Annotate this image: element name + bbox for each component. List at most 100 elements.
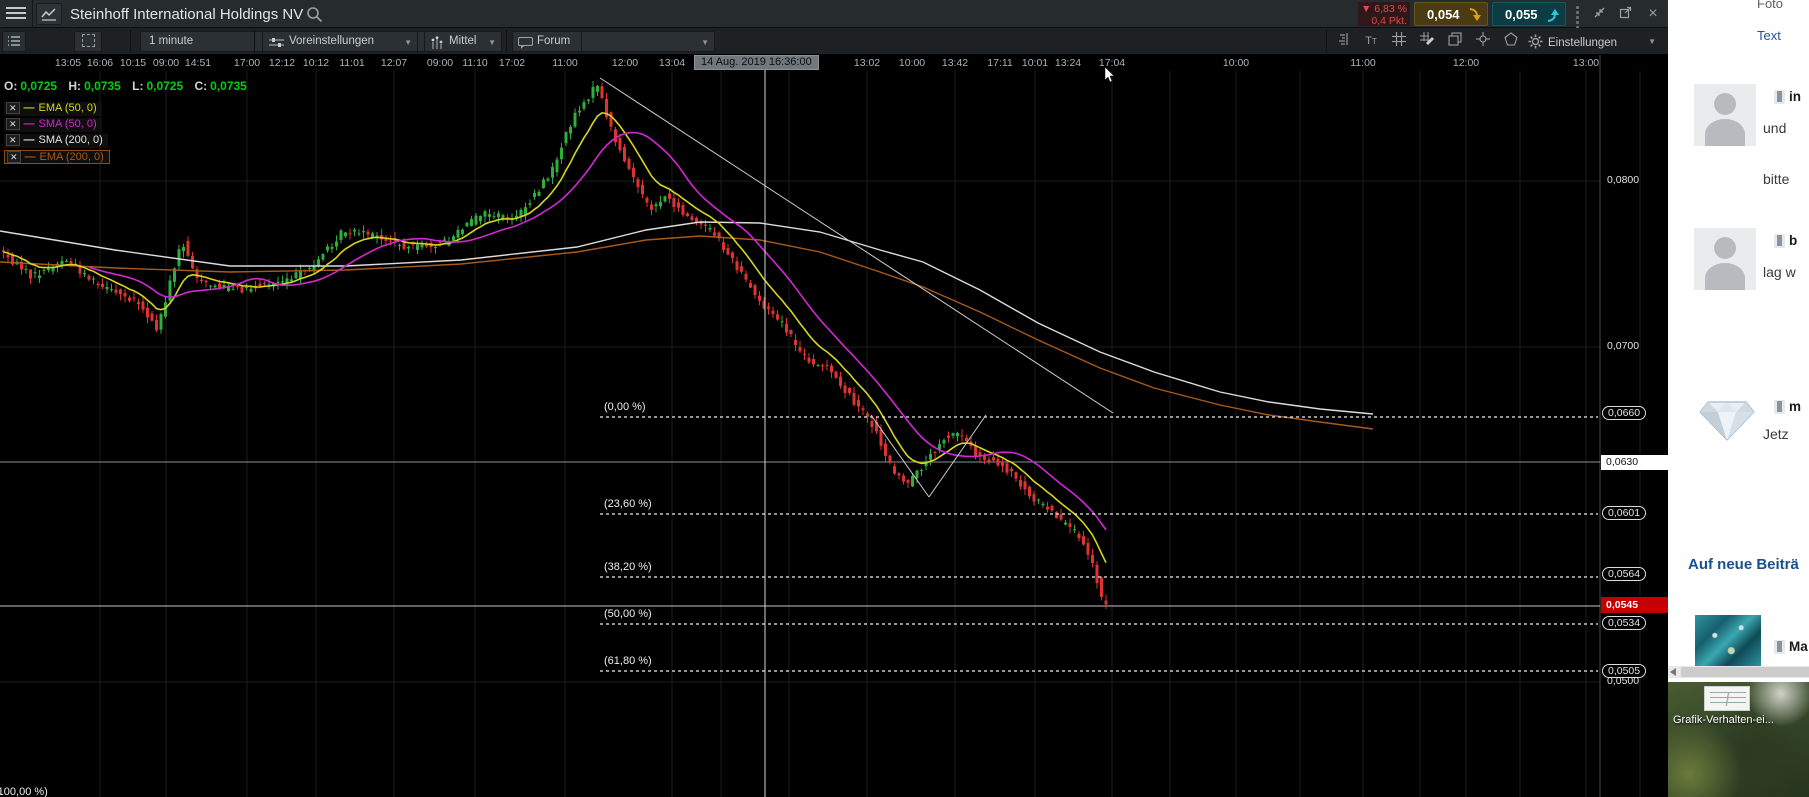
grid-icon[interactable]: [1388, 32, 1410, 51]
chart-type-button[interactable]: [36, 3, 62, 25]
menu-icon[interactable]: [6, 7, 26, 21]
post-author[interactable]: in: [1774, 88, 1801, 104]
avatar-diamond[interactable]: [1694, 396, 1760, 444]
chevron-down-icon: ▼: [488, 38, 496, 47]
price-label: 0,0564: [1602, 567, 1646, 581]
grid-edit-icon[interactable]: [1416, 32, 1438, 51]
video-overlay[interactable]: Grafik-Verhalten-ei...: [1668, 682, 1809, 797]
forum-label: Forum: [537, 35, 570, 47]
price-label: 0,0630: [1601, 455, 1668, 470]
fib-label: (50,00 %): [604, 608, 652, 620]
time-label: 09:00: [427, 57, 453, 69]
fib-label: (100,00 %): [0, 786, 48, 797]
divider: [254, 30, 255, 53]
candlestick-chart[interactable]: [0, 55, 1668, 797]
search-icon[interactable]: [306, 6, 323, 23]
time-label: 12:00: [612, 57, 638, 69]
avatar-image[interactable]: [1695, 615, 1761, 666]
change-percent: 6,83 %: [1374, 3, 1407, 15]
indicator-legend-ema200[interactable]: ✕—EMA (200, 0): [4, 150, 110, 164]
watchlist-icon[interactable]: [2, 31, 26, 52]
user-badge-icon: [1774, 234, 1785, 248]
post-text: Jetz: [1763, 426, 1789, 442]
down-triangle-icon: ▼: [1361, 3, 1371, 15]
video-diagram-thumbnail: [1704, 686, 1750, 711]
indicator-legend-ema50[interactable]: ✕—EMA (50, 0): [4, 102, 102, 116]
post-text: lag w: [1763, 264, 1796, 280]
bid-price[interactable]: 0,054: [1414, 2, 1488, 26]
drag-handle-icon[interactable]: [1572, 4, 1582, 24]
instrument-title: Steinhoff International Holdings NV: [70, 6, 303, 23]
time-label: 11:00: [1350, 57, 1376, 69]
video-caption: Grafik-Verhalten-ei...: [1673, 714, 1774, 726]
chevron-down-icon: ▼: [404, 38, 412, 47]
bar-style-icon[interactable]: [1332, 32, 1354, 51]
shape-tool-icon[interactable]: [1500, 32, 1522, 51]
post-text: bitte: [1763, 171, 1789, 187]
forum-button[interactable]: Forum: [512, 31, 582, 52]
time-label: 12:12: [269, 57, 295, 69]
ask-price[interactable]: 0,055: [1492, 2, 1566, 26]
user-badge-icon: [1774, 640, 1785, 654]
refresh-posts-link[interactable]: Auf neue Beiträ: [1688, 556, 1799, 573]
presets-dropdown[interactable]: Voreinstellungen ▼: [262, 31, 418, 52]
indicator-legend-sma50[interactable]: ✕—SMA (50, 0): [4, 118, 102, 132]
arrow-up-icon: [1546, 8, 1559, 22]
forum-panel: Foto Text in und bitte b lag w m Jetz Au…: [1668, 0, 1809, 797]
time-label: 11:00: [552, 57, 578, 69]
photo-link[interactable]: Foto: [1757, 0, 1783, 11]
avatar[interactable]: [1694, 84, 1756, 146]
divider: [506, 30, 507, 53]
scroll-left-icon[interactable]: [1670, 668, 1676, 676]
bid-value: 0,054: [1427, 7, 1460, 22]
layers-icon[interactable]: [1444, 32, 1466, 51]
post-text: und: [1763, 120, 1786, 136]
time-label: 17:11: [987, 57, 1013, 69]
scrollbar-thumb[interactable]: [1681, 667, 1809, 677]
speech-bubble-icon: [518, 37, 533, 49]
ohlc-legend: O:0,0725 H:0,0735 L:0,0725 C:0,0735: [4, 79, 247, 93]
last-price-label: 0,0545: [1601, 597, 1668, 613]
settings-dropdown[interactable]: Einstellungen ▼: [1528, 31, 1664, 52]
gear-icon: [1528, 34, 1543, 49]
collapse-icon[interactable]: [1588, 4, 1610, 24]
time-label: 12:00: [1453, 57, 1479, 69]
text-link[interactable]: Text: [1757, 28, 1781, 43]
divider: [32, 0, 33, 28]
chevron-down-icon: ▼: [701, 38, 709, 47]
crosshair-tool-icon[interactable]: [1472, 32, 1494, 51]
price-label: 0,0660: [1602, 406, 1646, 420]
presets-label: Voreinstellungen: [289, 35, 374, 47]
chart-toolbar: 1 minute ▼ 1std 4std 18 Tage ▼ Voreinste…: [0, 28, 1668, 55]
avatar[interactable]: [1694, 228, 1756, 290]
price-label: 0,0601: [1602, 506, 1646, 520]
time-label: 10:15: [120, 57, 146, 69]
selection-mode-icon[interactable]: [74, 31, 102, 52]
popout-icon[interactable]: [1614, 4, 1636, 24]
time-label: 13:05: [55, 57, 81, 69]
text-tool-icon[interactable]: TT: [1360, 32, 1382, 51]
time-label: 14:51: [185, 57, 211, 69]
app-window: Steinhoff International Holdings NV ▼ 6,…: [0, 0, 1809, 797]
indicator-legend-sma200[interactable]: ✕—SMA (200, 0): [4, 134, 108, 148]
divider: [1326, 30, 1327, 53]
close-icon[interactable]: ×: [1642, 4, 1664, 24]
price-label: 0,0500: [1607, 675, 1639, 687]
horizontal-scrollbar[interactable]: [1668, 666, 1809, 678]
chevron-down-icon: ▼: [1648, 37, 1656, 46]
time-label: 11:10: [462, 57, 488, 69]
price-label: 0,0800: [1607, 174, 1639, 186]
sliders-icon: [269, 36, 284, 49]
fib-label: (23,60 %): [604, 498, 652, 510]
time-label: 17:04: [1099, 57, 1125, 69]
post-author[interactable]: Ma: [1774, 638, 1808, 654]
chart-area[interactable]: 13:0516:0610:1509:0014:5117:0012:1210:12…: [0, 55, 1668, 797]
time-label: 10:12: [303, 57, 329, 69]
indicators-dropdown[interactable]: Mittel ▼: [424, 31, 502, 52]
chart-line-icon: [40, 6, 58, 22]
post-author[interactable]: b: [1774, 232, 1797, 248]
chart-widget: Steinhoff International Holdings NV ▼ 6,…: [0, 0, 1668, 797]
time-label: 13:02: [854, 57, 880, 69]
fib-label: (61,80 %): [604, 655, 652, 667]
post-author[interactable]: m: [1774, 398, 1801, 414]
